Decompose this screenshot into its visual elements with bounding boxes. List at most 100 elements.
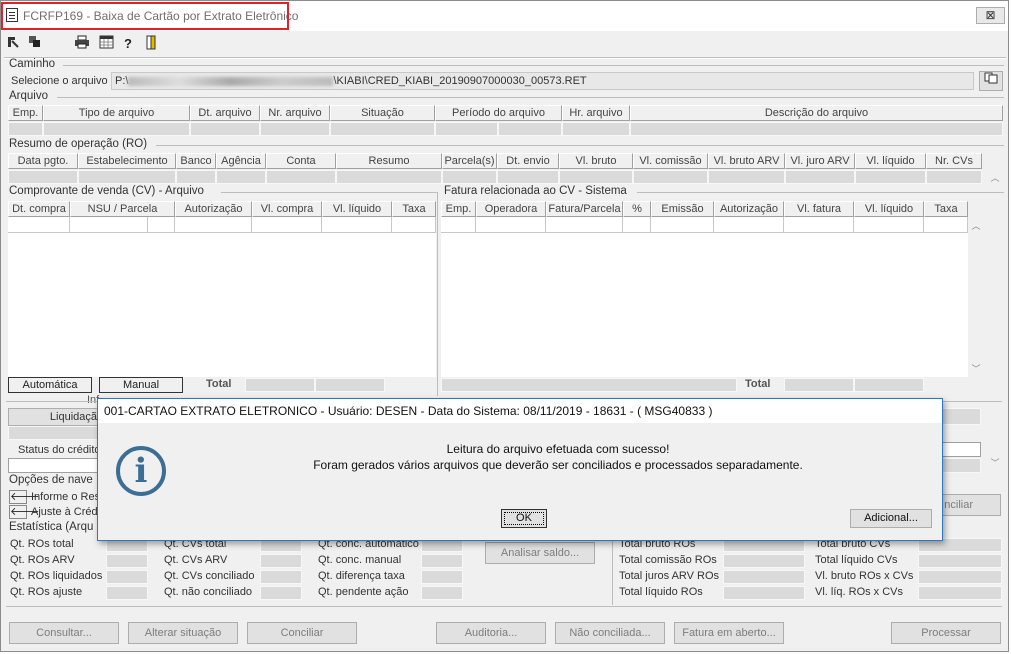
help-icon[interactable]: ? — [119, 35, 137, 53]
stat-label: Qt. CVs conciliado — [164, 570, 255, 582]
col-header[interactable]: Situação — [330, 105, 435, 121]
cell — [322, 217, 392, 233]
status-credito-label: Status do crédito — [18, 444, 101, 456]
ajuste-link[interactable]: Ajuste à Créd — [31, 506, 98, 518]
arrow-left-icon[interactable]: 🡐 — [9, 490, 40, 504]
alterar-situacao-button[interactable]: Alterar situação — [128, 622, 238, 644]
cell — [43, 122, 190, 136]
auditoria-button[interactable]: Auditoria... — [436, 622, 546, 644]
stat-label: Qt. conc. manual — [318, 554, 402, 566]
col-header[interactable]: Vl. líquido — [854, 201, 924, 217]
manual-button[interactable]: Manual — [99, 377, 183, 393]
fatura-total-filler — [441, 378, 737, 392]
resumo-frame-line — [156, 145, 1004, 146]
status-credito-field[interactable] — [8, 458, 100, 473]
adicional-button[interactable]: Adicional... — [850, 509, 932, 528]
analisar-saldo-button[interactable]: Analisar saldo... — [485, 542, 595, 564]
cell — [176, 170, 216, 184]
col-header[interactable]: Vl. compra — [252, 201, 322, 217]
col-header[interactable]: Vl. líquido — [322, 201, 392, 217]
col-header[interactable]: Nr. CVs — [926, 153, 982, 169]
col-header[interactable]: Dt. arquivo — [190, 105, 260, 121]
col-header[interactable]: Vl. comissão — [633, 153, 708, 169]
col-header[interactable]: Fatura/Parcela — [546, 201, 623, 217]
fatura-scrollbar[interactable]: ︿ ﹀ — [968, 217, 984, 377]
col-header[interactable]: Tipo de arquivo — [43, 105, 190, 121]
scroll-up-arrow-icon[interactable]: ︿ — [968, 219, 984, 232]
arrow-left-icon[interactable]: 🡐 — [9, 505, 40, 519]
col-header[interactable]: Operadora — [476, 201, 546, 217]
col-header[interactable]: Emissão — [651, 201, 714, 217]
col-header[interactable]: Emp. — [8, 105, 43, 121]
col-header[interactable]: Parcela(s) — [442, 153, 497, 169]
nao-conciliada-button[interactable]: Não conciliada... — [555, 622, 665, 644]
consultar-button[interactable]: Consultar... — [9, 622, 119, 644]
cell — [854, 217, 924, 233]
exit-door-icon[interactable] — [142, 35, 160, 53]
informe-link[interactable]: Informe o Res — [31, 491, 100, 503]
path-prefix: P:\ — [115, 75, 129, 87]
stat-value — [106, 570, 148, 584]
col-header[interactable]: Vl. líquido — [855, 153, 926, 169]
file-path-field[interactable]: P:\ \KIABI\CRED_KIABI_20190907000030_0057… — [111, 72, 974, 90]
copy-layers-icon[interactable] — [26, 35, 44, 53]
cell — [476, 217, 546, 233]
col-header[interactable]: Taxa — [392, 201, 436, 217]
col-header[interactable]: Resumo — [336, 153, 442, 169]
col-header[interactable]: Nr. arquivo — [260, 105, 330, 121]
col-header[interactable]: Vl. bruto ARV — [708, 153, 785, 169]
col-header[interactable]: Descrição do arquivo — [630, 105, 1003, 121]
col-header[interactable]: Vl. fatura — [784, 201, 854, 217]
resumo-row[interactable] — [8, 170, 982, 184]
col-header[interactable]: Banco — [176, 153, 216, 169]
col-header[interactable]: Autorização — [714, 201, 784, 217]
status-right-field[interactable] — [941, 442, 981, 457]
conciliar-button[interactable]: Conciliar — [247, 622, 357, 644]
col-header[interactable]: Dt. compra — [8, 201, 70, 217]
automatica-button[interactable]: Automática — [8, 377, 92, 393]
cell — [441, 217, 476, 233]
cell — [216, 170, 266, 184]
dialog-message-line1: Leitura do arquivo efetuada com sucesso! — [446, 442, 670, 456]
arquivo-row[interactable] — [8, 122, 1003, 136]
col-header[interactable]: NSU / Parcela — [70, 201, 175, 217]
col-header[interactable]: Emp. — [441, 201, 476, 217]
stat-value — [421, 570, 463, 584]
scroll-up-arrow-icon[interactable]: ︿ — [987, 171, 1003, 184]
col-header[interactable]: Vl. juro ARV — [785, 153, 855, 169]
page-scrollbar[interactable]: ﹀ — [987, 381, 1003, 471]
col-header[interactable]: Taxa — [924, 201, 968, 217]
processar-button[interactable]: Processar — [891, 622, 1001, 644]
scroll-down-arrow-icon[interactable]: ﹀ — [968, 362, 984, 375]
browse-file-button[interactable] — [979, 71, 1003, 91]
col-header[interactable]: Período do arquivo — [435, 105, 562, 121]
fatura-frame-line — [637, 192, 1004, 193]
resumo-scrollbar[interactable]: ︿ — [987, 169, 1003, 185]
cell — [8, 217, 70, 233]
col-header[interactable]: Vl. bruto — [559, 153, 633, 169]
cell — [330, 122, 435, 136]
ok-button[interactable]: OK — [501, 509, 547, 528]
col-header[interactable]: Agência — [216, 153, 266, 169]
col-header[interactable]: Hr. arquivo — [562, 105, 630, 121]
col-header[interactable]: Autorização — [175, 201, 252, 217]
fatura-em-aberto-button[interactable]: Fatura em aberto... — [674, 622, 784, 644]
close-button[interactable]: ⊠ — [976, 7, 1005, 24]
fatura-list[interactable] — [441, 217, 968, 377]
col-header[interactable]: Data pgto. — [8, 153, 78, 169]
col-header[interactable]: Dt. envio — [497, 153, 559, 169]
arrow-out-icon[interactable] — [4, 35, 22, 53]
calendar-icon[interactable] — [97, 35, 115, 53]
cell — [435, 122, 498, 136]
col-header[interactable]: % — [623, 201, 651, 217]
path-redacted — [128, 76, 334, 86]
liquidacao-field[interactable]: Liquidaçã — [8, 408, 100, 426]
scroll-down-arrow-icon[interactable]: ﹀ — [987, 456, 1003, 469]
col-header[interactable]: Conta — [266, 153, 336, 169]
cell — [497, 170, 559, 184]
col-header[interactable]: Estabelecimento — [78, 153, 176, 169]
cv-list[interactable] — [8, 217, 436, 377]
stat-value — [723, 570, 805, 584]
printer-icon[interactable] — [73, 35, 91, 53]
cell — [855, 170, 926, 184]
